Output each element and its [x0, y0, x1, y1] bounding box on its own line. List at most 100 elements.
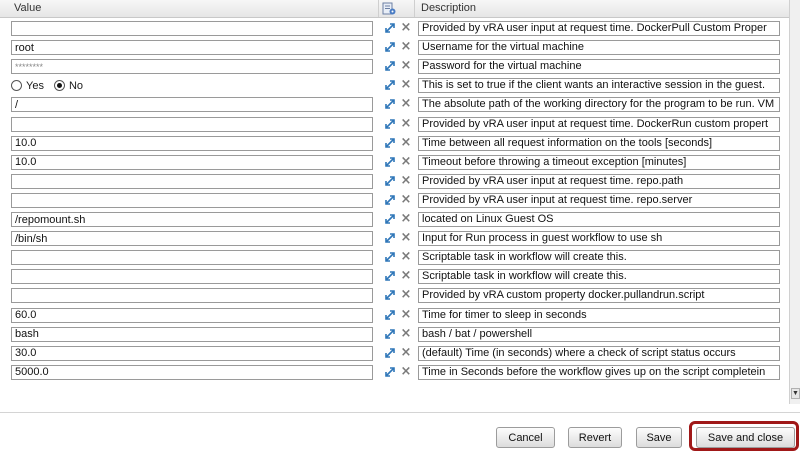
- description-field[interactable]: Scriptable task in workflow will create …: [418, 250, 780, 266]
- expand-arrows-icon[interactable]: [384, 232, 396, 244]
- value-field[interactable]: [11, 173, 373, 189]
- description-field[interactable]: Time for timer to sleep in seconds: [418, 307, 780, 323]
- description-field[interactable]: bash / bat / powershell: [418, 326, 780, 342]
- expand-arrows-icon[interactable]: [384, 118, 396, 130]
- value-field[interactable]: [11, 21, 373, 36]
- column-divider[interactable]: [378, 0, 379, 17]
- expand-arrows-icon[interactable]: [384, 137, 396, 149]
- description-field[interactable]: (default) Time (in seconds) where a chec…: [418, 345, 780, 361]
- value-field[interactable]: [11, 307, 373, 323]
- table-row: × Input for Run process in guest workflow…: [0, 230, 789, 249]
- close-icon[interactable]: ×: [400, 20, 412, 36]
- description-field[interactable]: Scriptable task in workflow will create …: [418, 269, 780, 285]
- expand-arrows-icon[interactable]: [384, 347, 396, 359]
- expand-arrows-icon[interactable]: [384, 98, 396, 110]
- close-icon[interactable]: ×: [400, 77, 412, 93]
- expand-arrows-icon[interactable]: [384, 41, 396, 53]
- description-field[interactable]: located on Linux Guest OS: [418, 212, 780, 227]
- value-field[interactable]: [11, 326, 373, 342]
- close-icon[interactable]: ×: [400, 287, 412, 303]
- no-radio-label[interactable]: No: [69, 80, 83, 92]
- value-field[interactable]: [11, 192, 373, 208]
- expand-arrows-icon[interactable]: [384, 60, 396, 72]
- close-icon[interactable]: ×: [400, 230, 412, 246]
- expand-arrows-icon[interactable]: [384, 194, 396, 206]
- value-field[interactable]: [11, 364, 373, 380]
- table-row: × bash / bat / powershell: [0, 326, 789, 345]
- value-field[interactable]: [11, 40, 373, 56]
- close-icon[interactable]: ×: [400, 326, 412, 342]
- value-field[interactable]: [11, 269, 373, 285]
- expand-arrows-icon[interactable]: [384, 156, 396, 168]
- close-icon[interactable]: ×: [400, 135, 412, 151]
- description-field[interactable]: Time between all request information on …: [418, 135, 780, 151]
- close-icon[interactable]: ×: [400, 211, 412, 227]
- close-icon[interactable]: ×: [400, 154, 412, 170]
- description-field[interactable]: Provided by vRA custom property docker.p…: [418, 288, 780, 304]
- table-row: × Provided by vRA custom property docker.…: [0, 287, 789, 306]
- table-row: × (default) Time (in seconds) where a che…: [0, 345, 789, 364]
- value-field[interactable]: [11, 116, 373, 132]
- description-field[interactable]: Input for Run process in guest workflow …: [418, 231, 780, 247]
- value-field[interactable]: [11, 288, 373, 304]
- value-field[interactable]: [11, 97, 373, 113]
- close-icon[interactable]: ×: [400, 39, 412, 55]
- attributes-grid: Value Description × Provided by vRA user …: [0, 0, 789, 397]
- expand-arrows-icon[interactable]: [384, 309, 396, 321]
- close-icon[interactable]: ×: [400, 307, 412, 323]
- value-field[interactable]: [11, 154, 373, 170]
- scroll-down-arrow-icon[interactable]: ▼: [791, 388, 800, 399]
- description-field[interactable]: Provided by vRA user input at request ti…: [418, 173, 780, 189]
- table-row: × Provided by vRA user input at request t…: [0, 116, 789, 135]
- vertical-scrollbar[interactable]: ▼: [789, 0, 800, 404]
- close-icon[interactable]: ×: [400, 268, 412, 284]
- description-field[interactable]: This is set to true if the client wants …: [418, 78, 780, 94]
- value-field[interactable]: [11, 345, 373, 361]
- description-field[interactable]: Username for the virtual machine: [418, 40, 780, 56]
- expand-arrows-icon[interactable]: [384, 270, 396, 282]
- close-icon[interactable]: ×: [400, 58, 412, 74]
- table-row: × Scriptable task in workflow will create…: [0, 268, 789, 287]
- value-field[interactable]: [11, 135, 373, 151]
- save-button[interactable]: Save: [636, 427, 682, 448]
- expand-arrows-icon[interactable]: [384, 328, 396, 340]
- expand-arrows-icon[interactable]: [384, 366, 396, 378]
- expand-arrows-icon[interactable]: [384, 175, 396, 187]
- expand-arrows-icon[interactable]: [384, 213, 396, 225]
- yes-radio-label[interactable]: Yes: [26, 80, 44, 92]
- close-icon[interactable]: ×: [400, 249, 412, 265]
- table-row: Yes No × This is set to true if the client …: [0, 77, 789, 96]
- close-icon[interactable]: ×: [400, 116, 412, 132]
- close-icon[interactable]: ×: [400, 192, 412, 208]
- close-icon[interactable]: ×: [400, 364, 412, 380]
- description-field[interactable]: Password for the virtual machine: [418, 59, 780, 75]
- attribute-binding-icon[interactable]: [382, 2, 396, 15]
- table-row: × Provided by vRA user input at request t…: [0, 173, 789, 192]
- description-field[interactable]: Provided by vRA user input at request ti…: [418, 192, 780, 208]
- column-divider[interactable]: [414, 0, 415, 17]
- value-field[interactable]: [11, 212, 373, 227]
- close-icon[interactable]: ×: [400, 345, 412, 361]
- value-field[interactable]: [11, 250, 373, 266]
- expand-arrows-icon[interactable]: [384, 289, 396, 301]
- cancel-button[interactable]: Cancel: [496, 427, 555, 448]
- value-field[interactable]: [11, 59, 373, 75]
- value-field[interactable]: [11, 231, 373, 247]
- expand-arrows-icon[interactable]: [384, 251, 396, 263]
- close-icon[interactable]: ×: [400, 96, 412, 112]
- close-icon[interactable]: ×: [400, 173, 412, 189]
- description-field[interactable]: Provided by vRA user input at request ti…: [418, 21, 780, 36]
- revert-button[interactable]: Revert: [568, 427, 622, 448]
- expand-arrows-icon[interactable]: [384, 22, 396, 34]
- description-field[interactable]: Provided by vRA user input at request ti…: [418, 116, 780, 132]
- yes-radio[interactable]: [11, 80, 22, 92]
- expand-arrows-icon[interactable]: [384, 79, 396, 91]
- description-column-header[interactable]: Description: [421, 0, 476, 17]
- table-row: × Password for the virtual machine: [0, 58, 789, 77]
- no-radio[interactable]: [53, 80, 65, 92]
- description-field[interactable]: The absolute path of the working directo…: [418, 97, 780, 113]
- table-row: × Provided by vRA user input at request t…: [0, 192, 789, 211]
- description-field[interactable]: Time in Seconds before the workflow give…: [418, 364, 780, 380]
- description-field[interactable]: Timeout before throwing a timeout except…: [418, 154, 780, 170]
- value-column-header[interactable]: Value: [14, 0, 41, 17]
